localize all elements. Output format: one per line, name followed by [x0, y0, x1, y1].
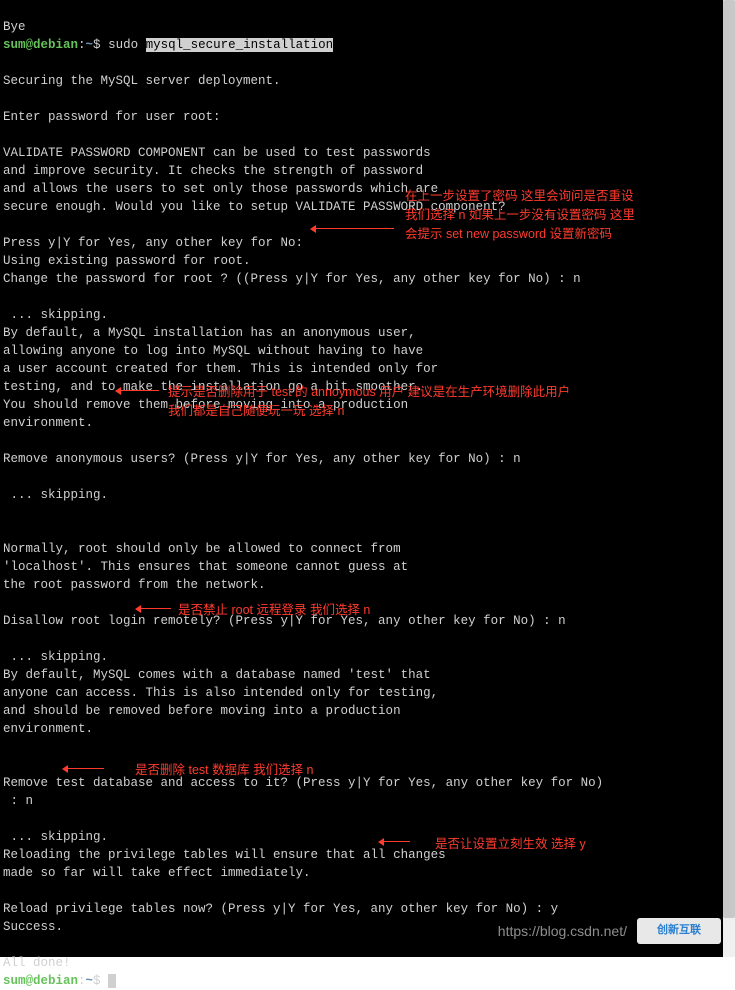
command-sudo: sudo — [108, 38, 146, 52]
output-line: Reload privilege tables now? (Press y|Y … — [3, 902, 558, 916]
output-line: Bye — [3, 20, 26, 34]
prompt-path: ~ — [86, 974, 94, 988]
output-line: Normally, root should only be allowed to… — [3, 542, 401, 556]
command-highlighted: mysql_secure_installation — [146, 38, 334, 52]
output-line: Success. — [3, 920, 63, 934]
output-line: Using existing password for root. — [3, 254, 251, 268]
output-line: : n — [3, 794, 33, 808]
output-line: Remove test database and access to it? (… — [3, 776, 603, 790]
prompt-user: sum@debian — [3, 974, 78, 988]
output-line: and should be removed before moving into… — [3, 704, 401, 718]
output-line: ... skipping. — [3, 830, 108, 844]
output-line: secure enough. Would you like to setup V… — [3, 200, 506, 214]
output-line: ... skipping. — [3, 488, 108, 502]
output-line: testing, and to make the installation go… — [3, 380, 423, 394]
prompt-user: sum@debian — [3, 38, 78, 52]
output-line: All done! — [3, 956, 78, 970]
output-line: Press y|Y for Yes, any other key for No: — [3, 236, 311, 250]
output-line: By default, MySQL comes with a database … — [3, 668, 431, 682]
prompt-colon: : — [78, 974, 86, 988]
prompt-dollar: $ — [93, 974, 108, 988]
output-line: ... skipping. — [3, 650, 108, 664]
output-line: ... skipping. — [3, 308, 108, 322]
output-line: the root password from the network. — [3, 578, 266, 592]
prompt-path: ~ — [86, 38, 94, 52]
output-line: Disallow root login remotely? (Press y|Y… — [3, 614, 566, 628]
watermark: https://blog.csdn.net/ 创新互联 — [498, 918, 721, 944]
output-line: environment. — [3, 722, 93, 736]
output-line: 'localhost'. This ensures that someone c… — [3, 560, 408, 574]
prompt-dollar: $ — [93, 38, 108, 52]
output-line: and allows the users to set only those p… — [3, 182, 438, 196]
output-line: anyone can access. This is also intended… — [3, 686, 438, 700]
output-line: VALIDATE PASSWORD COMPONENT can be used … — [3, 146, 431, 160]
output-line: Change the password for root ? ((Press y… — [3, 272, 581, 286]
output-line: Reloading the privilege tables will ensu… — [3, 848, 446, 862]
output-line: allowing anyone to log into MySQL withou… — [3, 344, 423, 358]
watermark-url: https://blog.csdn.net/ — [498, 921, 627, 941]
output-line: a user account created for them. This is… — [3, 362, 438, 376]
output-line: You should remove them before moving int… — [3, 398, 408, 412]
scrollbar-thumb[interactable] — [723, 0, 735, 918]
scrollbar-track[interactable] — [723, 0, 735, 957]
output-line: and improve security. It checks the stre… — [3, 164, 423, 178]
cursor[interactable] — [108, 974, 116, 988]
prompt-colon: : — [78, 38, 86, 52]
output-line: environment. — [3, 416, 93, 430]
output-line: Securing the MySQL server deployment. — [3, 74, 281, 88]
output-line: made so far will take effect immediately… — [3, 866, 311, 880]
output-line: Remove anonymous users? (Press y|Y for Y… — [3, 452, 521, 466]
watermark-logo: 创新互联 — [637, 918, 721, 944]
output-line: Enter password for user root: — [3, 110, 228, 124]
terminal-window[interactable]: Bye sum@debian:~$ sudo mysql_secure_inst… — [0, 0, 723, 957]
output-line: By default, a MySQL installation has an … — [3, 326, 416, 340]
